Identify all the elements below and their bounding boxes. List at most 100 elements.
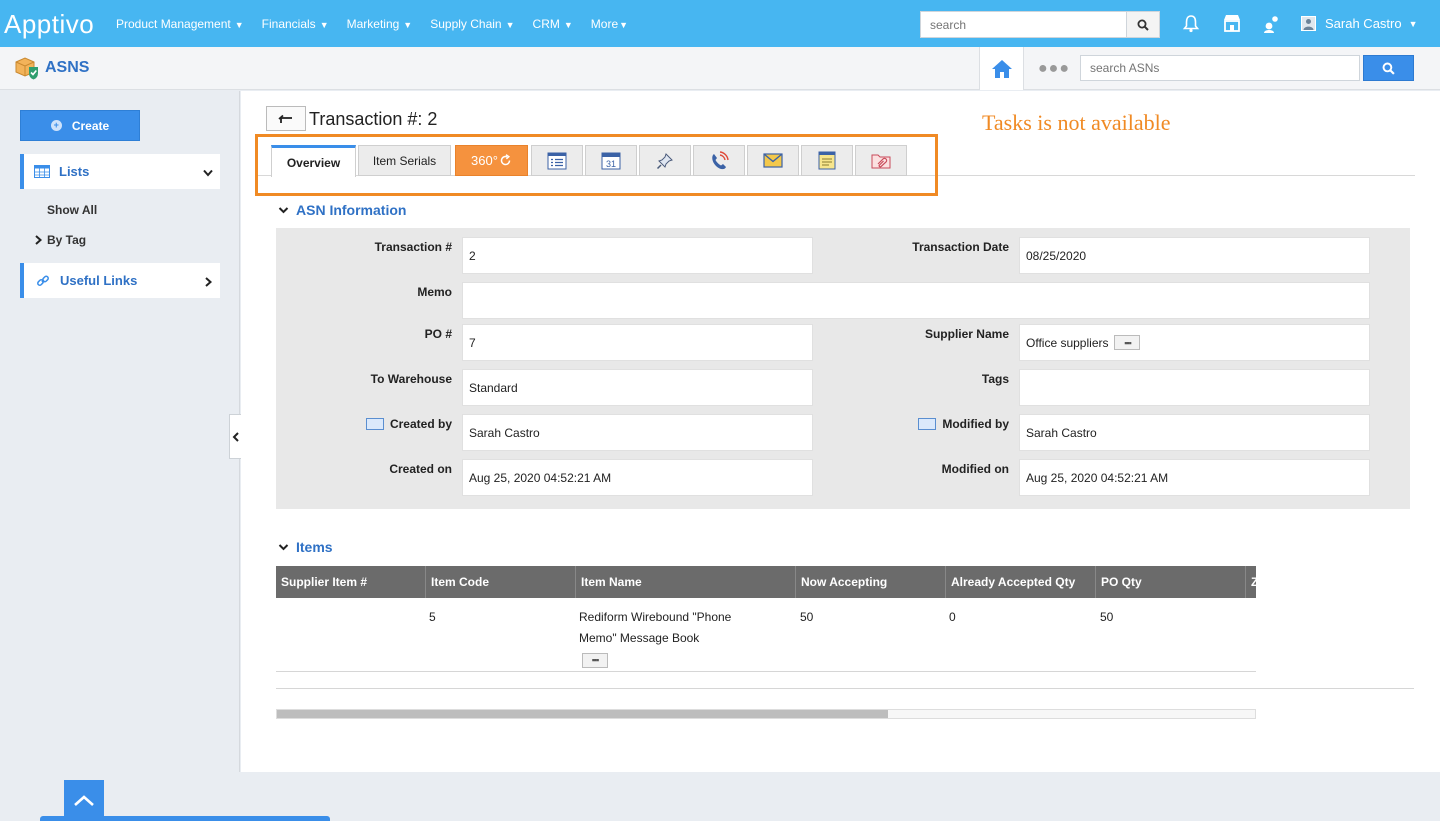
column-header-now-accepting[interactable]: Now Accepting (796, 566, 946, 598)
scroll-to-top-button[interactable] (64, 780, 104, 821)
nav-supply-chain[interactable]: Supply Chain ▼ (430, 17, 514, 31)
column-header-po-qty[interactable]: PO Qty (1096, 566, 1246, 598)
nav-crm[interactable]: CRM ▼ (533, 17, 573, 31)
bottom-panel-tab[interactable] (40, 816, 330, 821)
modified-on-value[interactable]: Aug 25, 2020 04:52:21 AM (1019, 459, 1370, 496)
supplier-name-field[interactable]: Office suppliers ▪▪▪ (1019, 324, 1370, 361)
po-no-value[interactable]: 7 (462, 324, 813, 361)
created-on-label: Created on (389, 462, 452, 476)
item-name-line: Memo" Message Book (579, 631, 700, 645)
memo-value[interactable] (462, 282, 1370, 319)
nav-label: CRM (532, 16, 560, 31)
chevron-down-icon (278, 543, 289, 550)
nav-label: Financials (261, 16, 316, 31)
tags-value[interactable] (1019, 369, 1370, 406)
notifications-button[interactable] (1180, 12, 1202, 34)
sidebar-show-all[interactable]: Show All (47, 203, 97, 217)
column-header-item-code[interactable]: Item Code (426, 566, 576, 598)
store-button[interactable] (1221, 12, 1243, 34)
to-warehouse-label: To Warehouse (370, 372, 452, 386)
contact-card-icon (365, 418, 384, 430)
nav-financials[interactable]: Financials ▼ (262, 17, 329, 31)
users-button[interactable] (1261, 12, 1283, 34)
nav-product-management[interactable]: Product Management ▼ (116, 17, 244, 31)
supplier-name-label: Supplier Name (924, 327, 1009, 341)
memo-label: Memo (417, 285, 452, 299)
column-header-item-name[interactable]: Item Name (576, 566, 796, 598)
created-on-value[interactable]: Aug 25, 2020 04:52:21 AM (462, 459, 813, 496)
created-by-label: Created by (389, 417, 452, 431)
global-search (920, 11, 1160, 38)
column-header-truncated[interactable]: Z (1246, 566, 1256, 598)
caret-down-icon: ▼ (505, 19, 515, 30)
page-title: Transaction #: 2 (309, 109, 438, 129)
user-menu[interactable]: Sarah Castro ▼ (1301, 0, 1418, 47)
chevron-down-icon (278, 206, 289, 213)
user-name: Sarah Castro (1325, 16, 1402, 31)
transaction-no-label: Transaction # (374, 240, 452, 254)
transaction-date-value[interactable]: 08/25/2020 (1019, 237, 1370, 274)
cell-already-accepted: 0 (949, 610, 956, 624)
main-menu: Product Management ▼ Financials ▼ Marketin… (116, 0, 646, 47)
caret-down-icon: ▼ (563, 19, 573, 30)
plus-icon: + (50, 120, 62, 131)
item-name-line: Rediform Wirebound "Phone (579, 610, 732, 624)
item-more-button[interactable]: ▪▪▪ (582, 652, 608, 668)
home-button[interactable] (979, 47, 1024, 90)
tasks-unavailable-note: Tasks is not available (982, 110, 1171, 135)
created-by-label-group: Created by (276, 414, 452, 434)
nav-label: Product Management (116, 16, 231, 31)
sidebar-by-tag[interactable]: By Tag (33, 233, 86, 247)
user-icon (1303, 19, 1314, 30)
back-button[interactable] (266, 106, 306, 131)
row-divider (276, 688, 1414, 689)
sidebar-collapse-button[interactable] (229, 414, 241, 459)
transaction-date-label: Transaction Date (912, 240, 1009, 254)
caret-down-icon: ▼ (403, 19, 413, 30)
sidebar-item-useful-links[interactable]: Useful Links (20, 263, 220, 298)
search-icon (1382, 62, 1395, 75)
supplier-name-value: Office suppliers (1026, 335, 1109, 350)
column-header-already-accepted[interactable]: Already Accepted Qty (946, 566, 1096, 598)
to-warehouse-value[interactable]: Standard (462, 369, 813, 406)
chevron-up-icon (74, 794, 94, 806)
column-header-supplier-item[interactable]: Supplier Item # (276, 566, 426, 598)
search-icon (1137, 19, 1149, 31)
cell-item-code: 5 (429, 610, 436, 624)
more-options-icon[interactable]: ●●● (1038, 60, 1070, 78)
caret-down-icon: ▼ (319, 19, 329, 30)
tags-label: Tags (981, 372, 1009, 386)
items-header[interactable]: Items (278, 539, 333, 555)
sidebar-item-label: Useful Links (60, 273, 138, 288)
caret-down-icon: ▼ (234, 19, 244, 30)
nav-more[interactable]: More▼ (591, 17, 628, 31)
back-arrow-icon (278, 114, 292, 123)
top-navigation-bar: Apptivo Product Management ▼ Financials ▼ … (0, 0, 1440, 47)
sidebar-item-lists[interactable]: Lists (20, 154, 220, 189)
global-search-input[interactable] (921, 12, 1126, 37)
supplier-more-button[interactable]: ▪▪▪ (1114, 335, 1141, 350)
global-search-button[interactable] (1126, 12, 1159, 37)
modified-by-label-group: Modified by (836, 414, 1009, 434)
scrollbar-thumb[interactable] (277, 710, 888, 718)
create-button[interactable]: + Create (20, 110, 140, 141)
asn-search-input[interactable] (1081, 56, 1359, 80)
asn-information-header[interactable]: ASN Information (278, 202, 406, 218)
nav-label: Supply Chain (430, 16, 502, 31)
asn-search-button[interactable] (1363, 55, 1414, 81)
link-icon (37, 275, 49, 286)
sidebar-item-label: Lists (59, 164, 90, 179)
apptivo-logo[interactable]: Apptivo (4, 9, 94, 40)
caret-down-icon: ▼ (1408, 18, 1418, 29)
horizontal-scrollbar[interactable] (276, 709, 1256, 719)
modified-by-label: Modified by (942, 417, 1009, 431)
app-title[interactable]: ASNS (45, 59, 89, 77)
main-content: Transaction #: 2 Tasks is not available … (241, 91, 1440, 772)
transaction-no-value[interactable]: 2 (462, 237, 813, 274)
store-icon (1224, 15, 1240, 32)
created-by-value[interactable]: Sarah Castro (462, 414, 813, 451)
po-no-label: PO # (424, 327, 452, 341)
nav-marketing[interactable]: Marketing ▼ (347, 17, 413, 31)
modified-by-value[interactable]: Sarah Castro (1019, 414, 1370, 451)
asn-search (1080, 55, 1360, 81)
